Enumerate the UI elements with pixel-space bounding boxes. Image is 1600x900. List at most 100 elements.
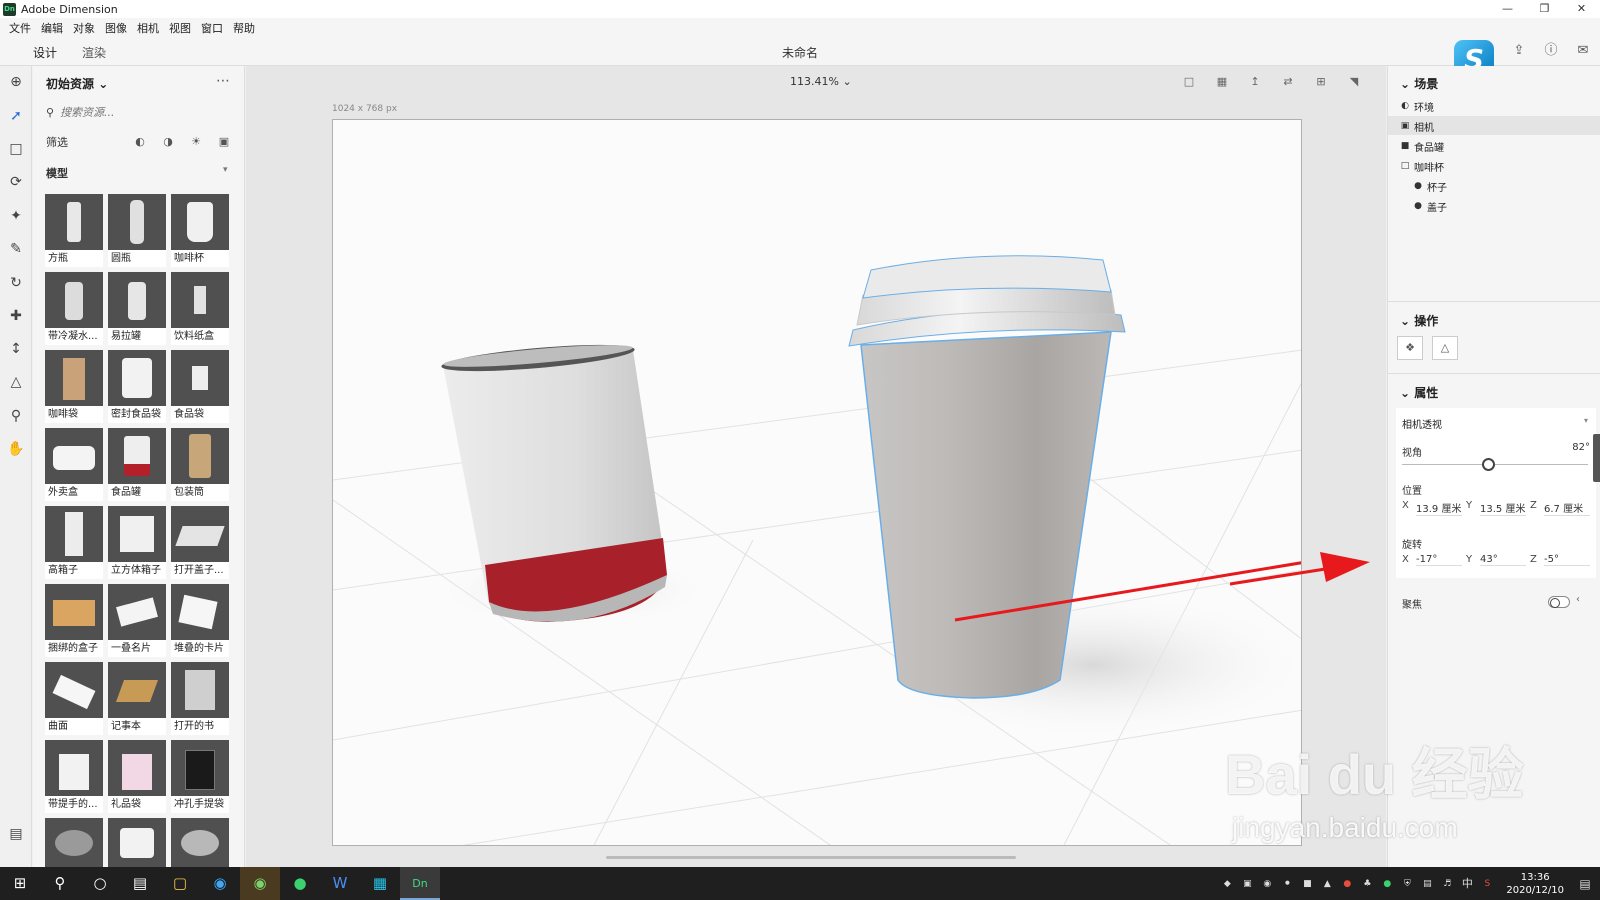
rotation-x-field[interactable]: X -17°: [1402, 554, 1462, 566]
position-z-field[interactable]: Z 6.7 厘米: [1530, 500, 1590, 516]
asset-tile[interactable]: 带冷凝水...: [45, 272, 103, 345]
focus-toggle[interactable]: [1548, 596, 1570, 608]
asset-tile[interactable]: 立方体箱子: [108, 506, 166, 579]
feedback-icon[interactable]: ✉: [1574, 42, 1592, 60]
more-options-icon[interactable]: ⋯: [216, 73, 230, 89]
menu-image[interactable]: 图像: [100, 20, 132, 36]
asset-tile[interactable]: 圆瓶: [108, 194, 166, 267]
notification-icon[interactable]: ▤: [1578, 877, 1592, 891]
menu-file[interactable]: 文件: [4, 20, 36, 36]
ime-indicator[interactable]: 中: [1460, 877, 1474, 891]
microphone-icon[interactable]: ⚫: [1280, 877, 1294, 891]
scene-item-coffee-cup[interactable]: □ 咖啡杯: [1399, 157, 1444, 175]
menu-view[interactable]: 视图: [164, 20, 196, 36]
dimension-app-icon[interactable]: Dn: [400, 867, 440, 900]
menu-object[interactable]: 对象: [68, 20, 100, 36]
scene-header[interactable]: ⌄ 场景: [1400, 75, 1438, 92]
snap-icon[interactable]: ⊞: [1313, 74, 1329, 90]
frame-icon[interactable]: □: [1181, 74, 1197, 90]
select-tool-icon[interactable]: ➚: [6, 106, 26, 126]
add-icon[interactable]: ⊕: [6, 72, 26, 92]
model-filter-icon[interactable]: ◐: [133, 135, 147, 149]
horizon-tool-icon[interactable]: △: [6, 372, 26, 392]
magic-wand-icon[interactable]: ✦: [6, 206, 26, 226]
flip-icon[interactable]: ⇄: [1280, 74, 1296, 90]
tray-app-icon[interactable]: ♣: [1360, 877, 1374, 891]
close-button[interactable]: ✕: [1563, 0, 1600, 18]
search-input[interactable]: [60, 105, 221, 119]
minimize-button[interactable]: —: [1489, 0, 1526, 18]
search-icon[interactable]: ⚲: [40, 867, 80, 900]
asset-tile[interactable]: 咖啡杯: [171, 194, 229, 267]
marquee-tool-icon[interactable]: □: [6, 139, 26, 159]
tray-app-icon[interactable]: ▣: [1240, 877, 1254, 891]
chevron-left-icon[interactable]: ‹: [1576, 594, 1580, 605]
asset-tile[interactable]: 食品罐: [108, 428, 166, 501]
task-view-icon[interactable]: ▤: [120, 867, 160, 900]
asset-tile[interactable]: 冲孔手提袋: [171, 740, 229, 813]
cortana-icon[interactable]: ○: [80, 867, 120, 900]
asset-tile[interactable]: 食品袋: [171, 350, 229, 423]
asset-tile[interactable]: 包装筒: [171, 428, 229, 501]
asset-tile[interactable]: 曲面: [45, 662, 103, 735]
menu-camera[interactable]: 相机: [132, 20, 164, 36]
restore-button[interactable]: ❐: [1526, 0, 1563, 18]
asset-tile[interactable]: 咖啡袋: [45, 350, 103, 423]
security-icon[interactable]: ⛨: [1400, 877, 1414, 891]
start-button-icon[interactable]: ⊞: [0, 867, 40, 900]
menu-edit[interactable]: 编辑: [36, 20, 68, 36]
rotate-camera-icon[interactable]: ↻: [6, 273, 26, 293]
orbit-tool-icon[interactable]: ⟳: [6, 172, 26, 192]
asset-tile[interactable]: 方瓶: [45, 194, 103, 267]
scene-item-lid[interactable]: ● 盖子: [1412, 197, 1447, 215]
wps-writer-icon[interactable]: W: [320, 867, 360, 900]
edge-browser-icon[interactable]: ◉: [200, 867, 240, 900]
asset-tile[interactable]: 密封食品袋: [108, 350, 166, 423]
asset-tile[interactable]: 饮料纸盒: [171, 272, 229, 345]
zoom-icon[interactable]: ⚲: [6, 406, 26, 426]
asset-tile[interactable]: 易拉罐: [108, 272, 166, 345]
scene-item-camera[interactable]: ▣ 相机: [1399, 117, 1434, 135]
menu-window[interactable]: 窗口: [196, 20, 228, 36]
file-explorer-icon[interactable]: ▢: [160, 867, 200, 900]
network-icon[interactable]: ▤: [1420, 877, 1434, 891]
asset-tile[interactable]: 礼品袋: [108, 740, 166, 813]
eyedropper-icon[interactable]: ✎: [6, 239, 26, 259]
share-icon[interactable]: ⇪: [1510, 42, 1528, 60]
render-canvas[interactable]: [332, 119, 1302, 846]
system-clock[interactable]: 13:36 2020/12/10: [1506, 871, 1564, 897]
tray-app-icon[interactable]: ▲: [1320, 877, 1334, 891]
light-filter-icon[interactable]: ☀: [189, 135, 203, 149]
image-filter-icon[interactable]: ▣: [217, 135, 231, 149]
volume-icon[interactable]: ♬: [1440, 877, 1454, 891]
render-preview-icon[interactable]: ◥: [1346, 74, 1362, 90]
rotation-y-field[interactable]: Y 43°: [1466, 554, 1526, 566]
sogou-ime-icon[interactable]: S: [1480, 877, 1494, 891]
pan-camera-icon[interactable]: ✚: [6, 306, 26, 326]
position-y-field[interactable]: Y 13.5 厘米: [1466, 500, 1526, 516]
panel-collapse-tab[interactable]: [1593, 434, 1600, 482]
asset-tile[interactable]: 高箱子: [45, 506, 103, 579]
asset-tile[interactable]: 一叠名片: [108, 584, 166, 657]
asset-tile[interactable]: 打开的书: [171, 662, 229, 735]
zoom-dropdown[interactable]: 113.41% ⌄: [790, 75, 852, 88]
tray-app-icon[interactable]: ◉: [1260, 877, 1274, 891]
wechat-icon[interactable]: ●: [280, 867, 320, 900]
fov-slider-thumb[interactable]: [1481, 458, 1495, 471]
rotation-z-field[interactable]: Z -5°: [1530, 554, 1590, 566]
tab-render[interactable]: 渲染: [82, 44, 106, 61]
scene-item-food-can[interactable]: ■ 食品罐: [1399, 137, 1444, 155]
help-icon[interactable]: ⓘ: [1542, 42, 1560, 60]
place-on-ground-button[interactable]: ❖: [1397, 336, 1423, 360]
collapse-icon[interactable]: ▾: [223, 165, 228, 175]
fov-slider-track[interactable]: [1402, 464, 1588, 465]
tray-app-icon[interactable]: ◆: [1220, 877, 1234, 891]
wechat-tray-icon[interactable]: ●: [1380, 877, 1394, 891]
camera-mode-select[interactable]: 相机透视: [1402, 416, 1442, 431]
asset-tile[interactable]: 打开盖子...: [171, 506, 229, 579]
material-filter-icon[interactable]: ◑: [161, 135, 175, 149]
scene-item-environment[interactable]: ◐ 环境: [1399, 97, 1434, 115]
hand-icon[interactable]: ✋: [6, 439, 26, 459]
scene-item-cup[interactable]: ● 杯子: [1412, 177, 1447, 195]
move-to-ground-icon[interactable]: ↥: [1247, 74, 1263, 90]
